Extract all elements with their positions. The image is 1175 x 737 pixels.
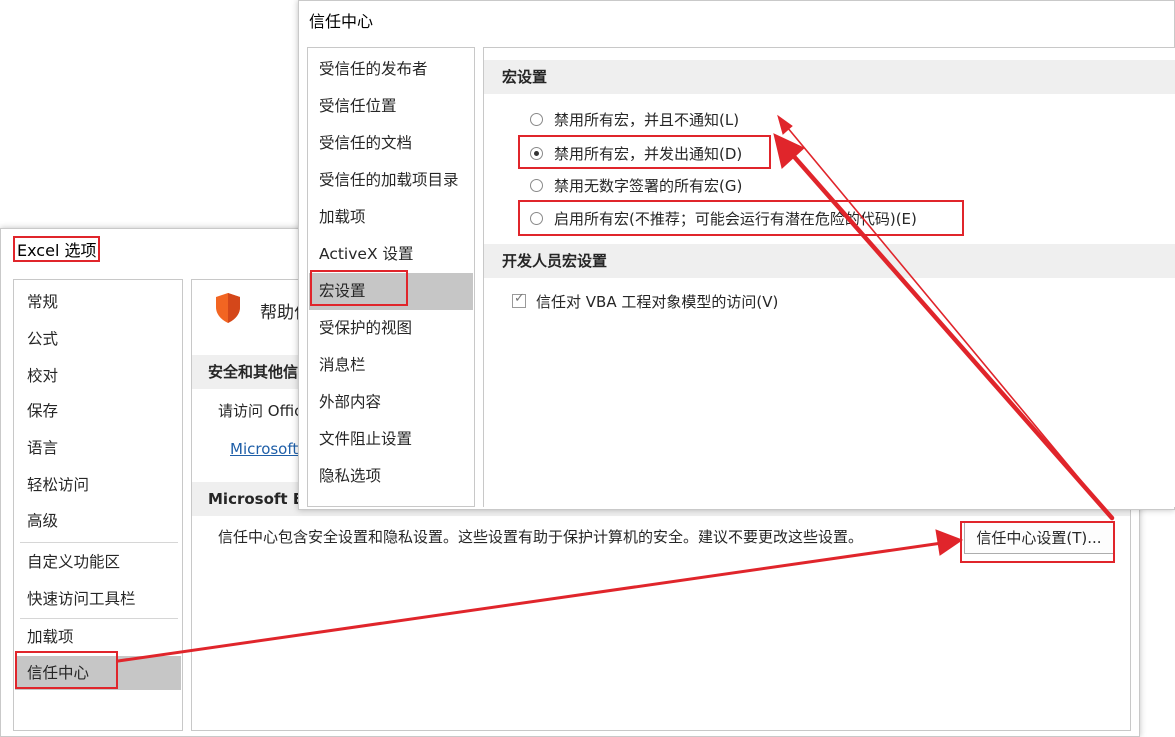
vba-access-checkbox[interactable] [512,291,526,308]
tc-nav-message-bar[interactable]: 消息栏 [309,347,473,384]
tc-nav-file-block-settings[interactable]: 文件阻止设置 [309,421,473,458]
nav-item-customize-ribbon[interactable]: 自定义功能区 [15,545,181,579]
nav-item-save[interactable]: 保存 [15,394,181,428]
nav-item-advanced[interactable]: 高级 [15,504,181,538]
nav-separator [20,542,178,543]
tc-nav-trusted-publishers[interactable]: 受信任的发布者 [309,51,473,88]
nav-item-formulas[interactable]: 公式 [15,322,181,356]
nav-item-quick-access-toolbar[interactable]: 快速访问工具栏 [15,582,181,616]
nav-separator [20,618,178,619]
tc-nav-protected-view[interactable]: 受保护的视图 [309,310,473,347]
nav-item-general[interactable]: 常规 [15,285,181,319]
tc-nav-activex-settings[interactable]: ActiveX 设置 [309,236,473,273]
radio-button-selected[interactable] [530,147,543,160]
nav-item-trust-center[interactable]: 信任中心 [15,656,181,690]
nav-item-proofing[interactable]: 校对 [15,359,181,393]
radio-button[interactable] [530,212,543,225]
tc-nav-privacy-options[interactable]: 隐私选项 [309,458,473,495]
radio-button[interactable] [530,113,543,126]
radio-label: 禁用所有宏，并且不通知(L) [554,111,740,129]
developer-macro-settings-header: 开发人员宏设置 [484,244,1175,278]
radio-label: 禁用所有宏，并发出通知(D) [554,145,743,163]
trust-center-description: 信任中心包含安全设置和隐私设置。这些设置有助于保护计算机的安全。建议不要更改这些… [218,528,864,546]
excel-options-title: Excel 选项 [13,236,101,262]
trust-center-nav: 受信任的发布者 受信任位置 受信任的文档 受信任的加载项目录 加载项 Activ… [307,47,475,507]
radio-button[interactable] [530,179,543,192]
vba-access-label: 信任对 VBA 工程对象模型的访问(V) [536,293,779,311]
shield-icon [214,292,242,324]
vba-access-row[interactable]: 信任对 VBA 工程对象模型的访问(V) [484,288,1175,316]
macro-settings-header: 宏设置 [484,60,1175,94]
trust-center-window: 信任中心 受信任的发布者 受信任位置 受信任的文档 受信任的加载项目录 加载项 … [298,0,1175,510]
tc-nav-addins[interactable]: 加载项 [309,199,473,236]
trust-center-title: 信任中心 [309,12,374,31]
radio-label: 启用所有宏(不推荐；可能会运行有潜在危险的代码)(E) [554,210,917,228]
radio-label: 禁用无数字签署的所有宏(G) [554,177,743,195]
tc-nav-trusted-addin-catalogs[interactable]: 受信任的加载项目录 [309,162,473,199]
excel-options-nav: 常规 公式 校对 保存 语言 轻松访问 高级 自定义功能区 快速访问工具栏 加载… [13,279,183,731]
nav-item-accessibility[interactable]: 轻松访问 [15,468,181,502]
trust-center-content: 宏设置 禁用所有宏，并且不通知(L) 禁用所有宏，并发出通知(D) 禁用无数字签… [483,47,1175,507]
tc-nav-external-content[interactable]: 外部内容 [309,384,473,421]
nav-item-addins[interactable]: 加载项 [15,620,181,654]
visit-text: 请访问 Offic [218,402,303,420]
trust-center-settings-button[interactable]: 信任中心设置(T)... [964,522,1114,554]
tc-nav-macro-settings[interactable]: 宏设置 [309,273,473,310]
tc-nav-trusted-locations[interactable]: 受信任位置 [309,88,473,125]
nav-item-language[interactable]: 语言 [15,431,181,465]
microsoft-link[interactable]: Microsoft [230,440,298,458]
tc-nav-trusted-documents[interactable]: 受信任的文档 [309,125,473,162]
